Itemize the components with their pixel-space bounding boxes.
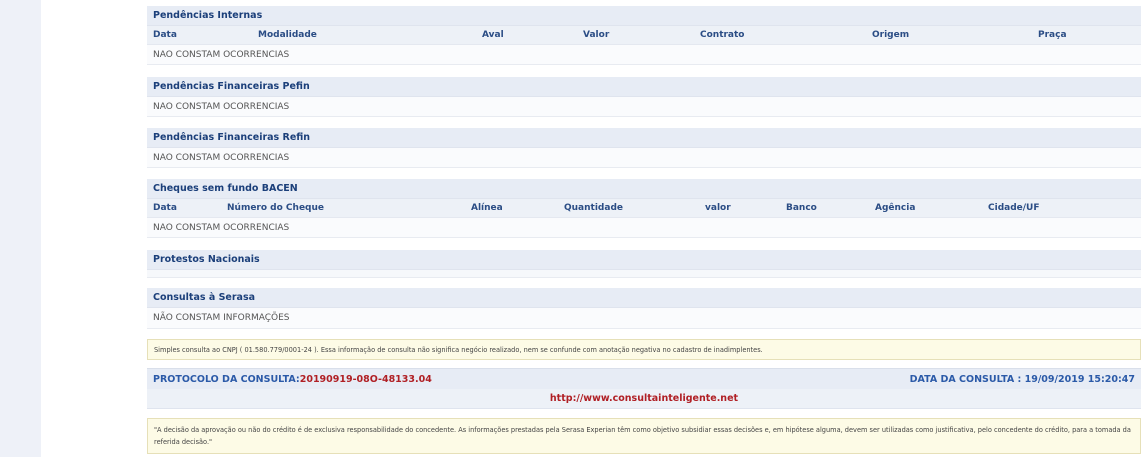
no-occurrences-row: NAO CONSTAM OCORRENCIAS (147, 218, 1141, 238)
section-title: Pendências Financeiras Pefin (147, 77, 1141, 97)
table-header-row: Data Número do Cheque Alínea Quantidade … (147, 199, 1141, 218)
section-cheques-sem-fundo: Cheques sem fundo BACEN Data Número do C… (147, 179, 1141, 238)
section-pendencias-pefin: Pendências Financeiras Pefin NAO CONSTAM… (147, 77, 1141, 117)
section-title: Protestos Nacionais (147, 250, 1141, 270)
col-header-valor: Valor (583, 30, 610, 40)
col-header-alinea: Alínea (471, 203, 503, 213)
section-pendencias-refin: Pendências Financeiras Refin NAO CONSTAM… (147, 128, 1141, 168)
col-header-cidade-uf: Cidade/UF (988, 203, 1040, 213)
no-occurrences-row: NAO CONSTAM OCORRENCIAS (147, 148, 1141, 168)
protocol-number: 20190919-08O-48133.04 (299, 373, 432, 385)
col-header-agencia: Agência (875, 203, 916, 213)
protocol-section: PROTOCOLO DA CONSULTA:20190919-08O-48133… (147, 368, 1141, 409)
col-header-praca: Praça (1038, 30, 1067, 40)
protocol-label: PROTOCOLO DA CONSULTA: (153, 373, 300, 385)
credit-decision-disclaimer: "A decisão da aprovação ou não do crédit… (147, 418, 1141, 454)
col-header-origem: Origem (872, 30, 910, 40)
website-link-bar: http://www.consultainteligente.net (147, 389, 1141, 409)
table-header-row: Data Modalidade Aval Valor Contrato Orig… (147, 26, 1141, 45)
section-title: Pendências Internas (147, 6, 1141, 26)
section-title: Cheques sem fundo BACEN (147, 179, 1141, 199)
no-occurrences-row: NAO CONSTAM OCORRENCIAS (147, 97, 1141, 117)
section-pendencias-internas: Pendências Internas Data Modalidade Aval… (147, 6, 1141, 65)
section-protestos-nacionais: Protestos Nacionais (147, 250, 1141, 278)
left-sidebar-strip (0, 0, 41, 457)
col-header-modalidade: Modalidade (258, 30, 317, 40)
consult-date-value: 19/09/2019 15:20:47 (1024, 373, 1135, 385)
col-header-valor: valor (705, 203, 731, 213)
col-header-banco: Banco (786, 203, 817, 213)
no-information-row: NÃO CONSTAM INFORMAÇÕES (147, 308, 1141, 329)
section-title: Pendências Financeiras Refin (147, 128, 1141, 148)
col-header-contrato: Contrato (700, 30, 745, 40)
protocol-info: PROTOCOLO DA CONSULTA:20190919-08O-48133… (153, 374, 432, 385)
col-header-data: Data (153, 203, 177, 213)
consult-date-info: DATA DA CONSULTA : 19/09/2019 15:20:47 (910, 374, 1135, 385)
section-consultas-serasa: Consultas à Serasa NÃO CONSTAM INFORMAÇÕ… (147, 288, 1141, 329)
col-header-aval: Aval (482, 30, 504, 40)
empty-row (147, 270, 1141, 278)
section-title: Consultas à Serasa (147, 288, 1141, 308)
cnpj-consult-note: Simples consulta ao CNPJ ( 01.580.779/00… (147, 339, 1141, 360)
consult-date-label: DATA DA CONSULTA : (909, 373, 1025, 385)
col-header-data: Data (153, 30, 177, 40)
website-link[interactable]: http://www.consultainteligente.net (550, 393, 738, 404)
col-header-quantidade: Quantidade (564, 203, 623, 213)
col-header-numero-cheque: Número do Cheque (227, 203, 325, 213)
protocol-bar: PROTOCOLO DA CONSULTA:20190919-08O-48133… (147, 368, 1141, 389)
no-occurrences-row: NAO CONSTAM OCORRENCIAS (147, 45, 1141, 65)
